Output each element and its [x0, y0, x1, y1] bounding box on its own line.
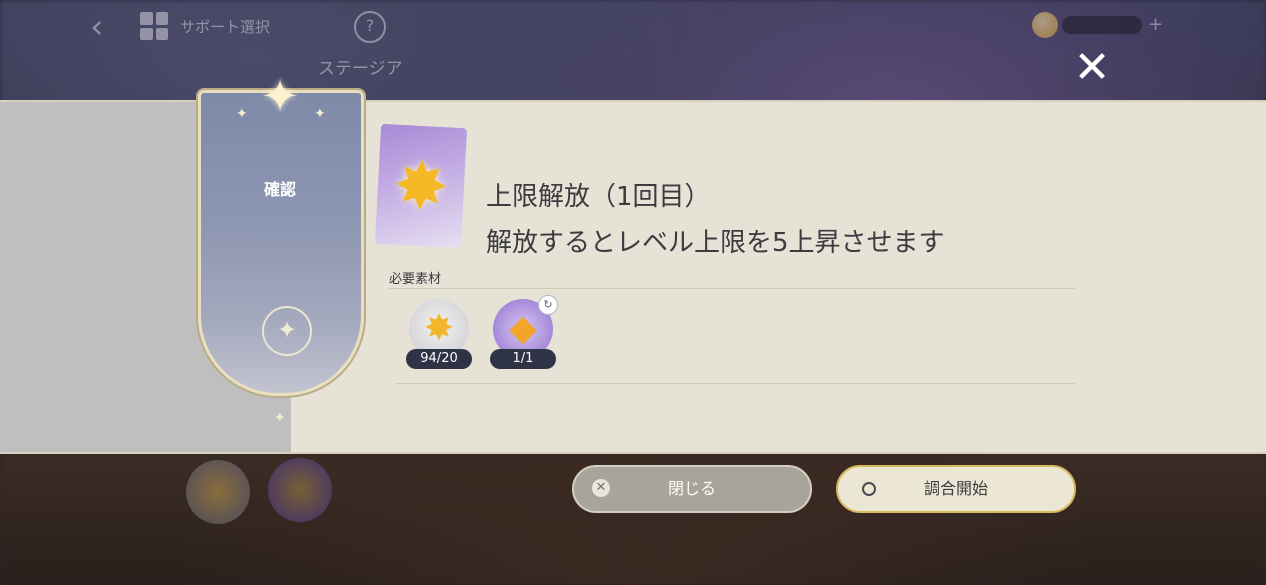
- material-count: 94/20: [406, 349, 472, 369]
- close-dialog-icon[interactable]: ✕: [1070, 46, 1114, 92]
- currency-bar: [1062, 16, 1142, 34]
- top-title: サポート選択: [180, 18, 271, 36]
- help-icon[interactable]: ?: [354, 11, 386, 43]
- item-card: ✸: [374, 123, 468, 249]
- banner-title: 確認: [263, 180, 296, 199]
- divider: [395, 383, 1075, 384]
- circle-icon: [862, 482, 876, 496]
- back-chevron-icon[interactable]: ‹: [90, 10, 120, 44]
- info-badge-icon: ↻: [538, 295, 558, 315]
- close-button-label: 閉じる: [667, 479, 716, 498]
- confirm-dialog: [0, 100, 1266, 454]
- limit-break-heading: 上限解放（1回目）: [486, 182, 711, 212]
- background-crystal-orb: [268, 458, 332, 522]
- material-count: 1/1: [490, 349, 556, 369]
- material-slot-star[interactable]: ✸ 94/20: [406, 299, 472, 373]
- sparkle-icon: ✦: [314, 106, 326, 122]
- currency-display: +: [1032, 12, 1163, 40]
- divider: [389, 288, 1075, 289]
- gold-star-item-icon: ✸: [391, 146, 451, 227]
- cross-icon: ✕: [592, 479, 610, 497]
- compass-star-icon: ✦: [260, 69, 300, 123]
- emblem-star-icon: ✦: [262, 306, 312, 356]
- start-blending-button[interactable]: 調合開始: [836, 465, 1076, 513]
- sparkle-icon: ✦: [236, 106, 248, 122]
- background-star-orb: [186, 460, 250, 524]
- limit-break-description: 解放するとレベル上限を5上昇させます: [486, 228, 945, 258]
- start-button-label: 調合開始: [923, 479, 988, 498]
- add-currency-icon[interactable]: +: [1148, 14, 1163, 35]
- sparkle-icon: ✦: [274, 410, 286, 426]
- required-materials-label: 必要素材: [389, 272, 442, 287]
- confirm-banner: ✦ ✦ ✦ 確認 ✦ ✦: [192, 72, 368, 426]
- close-button[interactable]: ✕ 閉じる: [572, 465, 812, 513]
- material-slot-crystal[interactable]: ◆ ↻ 1/1: [490, 295, 558, 373]
- menu-grid-icon[interactable]: [140, 12, 168, 40]
- coin-icon: [1032, 12, 1058, 38]
- top-subtitle: ステージア: [318, 59, 403, 79]
